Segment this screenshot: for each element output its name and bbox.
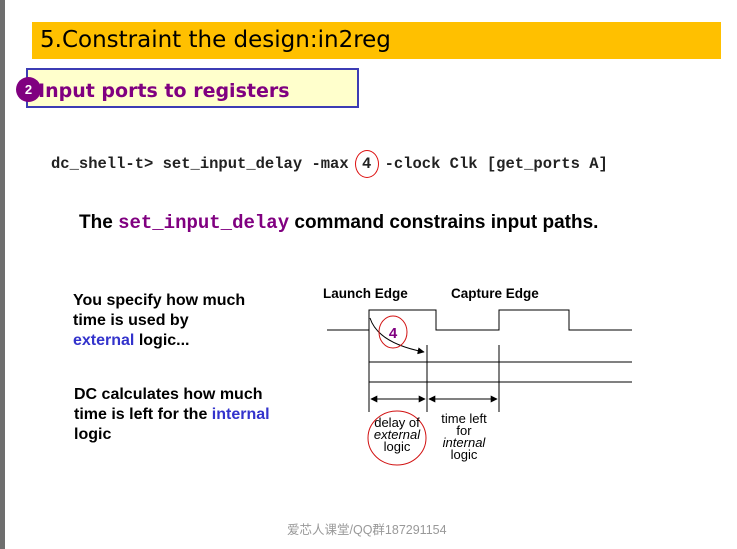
time-left-label: time left for internal logic xyxy=(434,412,494,462)
timing-diagram: 4 xyxy=(327,309,632,466)
time-left-line-4: logic xyxy=(450,447,478,462)
delay-label-line-3: logic xyxy=(383,439,411,454)
delay-of-external-label: delay of external logic xyxy=(367,416,427,454)
delay-value-text: 4 xyxy=(389,325,398,342)
step-badge: 2 xyxy=(16,77,41,102)
footer-watermark: 爱芯人课堂/QQ群187291154 xyxy=(287,523,447,537)
clock-waveform xyxy=(327,309,632,331)
